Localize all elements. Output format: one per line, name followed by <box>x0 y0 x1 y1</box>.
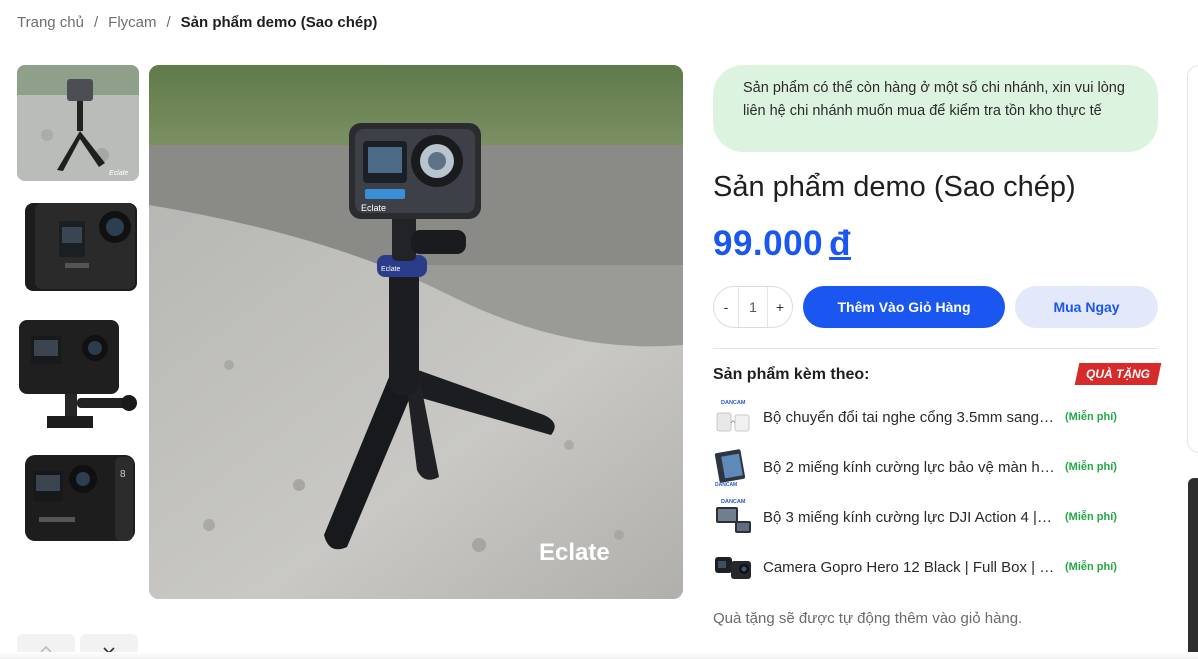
gift-badge: QUÀ TẶNG <box>1074 363 1162 385</box>
quantity-decrease-button[interactable]: - <box>714 299 738 315</box>
svg-text:Eclate: Eclate <box>109 170 129 177</box>
gifts-title: Sản phẩm kèm theo: <box>713 366 870 383</box>
adapter-image: DANCAM <box>713 397 753 437</box>
gopro-camera-image <box>713 547 753 587</box>
svg-text:Eclate: Eclate <box>381 266 401 273</box>
gift-item[interactable]: DANCAM Bộ 3 miếng kính cường lực DJI Act… <box>713 494 1158 540</box>
gift-name[interactable]: Bộ 2 miếng kính cường lực bảo vệ màn hìn… <box>763 459 1055 476</box>
thumbnail-image: 8 <box>17 449 139 565</box>
side-banner-image <box>1188 478 1198 659</box>
gift-thumbnail: DANCAM <box>713 497 753 537</box>
gift-badge-label: QUÀ TẶNG <box>1086 367 1150 381</box>
screen-protector-image: DANCAM <box>713 447 753 487</box>
price-value: 99.000 <box>713 224 824 263</box>
page-bottom-edge <box>0 652 1198 659</box>
thumbnail-tripod-camera[interactable]: Eclate <box>17 65 139 181</box>
screen-protector-image: DANCAM <box>713 497 753 537</box>
gift-free-tag: (Miễn phí) <box>1065 411 1117 423</box>
gift-free-tag: (Miễn phí) <box>1065 511 1117 523</box>
gift-item[interactable]: DANCAM Bộ chuyển đổi tai nghe cổng 3.5mm… <box>713 394 1158 440</box>
divider <box>713 348 1158 349</box>
breadcrumb-current: Sản phẩm demo (Sao chép) <box>180 13 378 31</box>
svg-text:DANCAM: DANCAM <box>715 482 737 487</box>
thumbnail-gopro-front[interactable] <box>17 193 139 309</box>
gift-free-tag: (Miễn phí) <box>1065 561 1117 573</box>
quantity-increase-button[interactable]: + <box>768 299 792 315</box>
main-image-watermark: Eclate <box>539 539 610 566</box>
gift-name[interactable]: Bộ 3 miếng kính cường lực DJI Action 4 |… <box>763 509 1055 526</box>
svg-text:Eclate: Eclate <box>361 203 386 213</box>
breadcrumb-home-link[interactable]: Trang chủ <box>17 14 84 31</box>
quantity-stepper: - + <box>713 286 793 328</box>
breadcrumb: Trang chủ / Flycam / Sản phẩm demo (Sao … <box>17 12 377 32</box>
thumbnail-image: Eclate <box>17 65 139 181</box>
thumbnail-gopro-mount[interactable] <box>17 318 139 434</box>
product-photo: Eclate Eclate Eclate <box>149 65 683 599</box>
breadcrumb-separator: / <box>93 13 99 31</box>
product-price: 99.000 đ <box>713 224 851 264</box>
gift-item[interactable]: DANCAM Bộ 2 miếng kính cường lực bảo vệ … <box>713 444 1158 490</box>
gift-thumbnail: DANCAM <box>713 397 753 437</box>
thumbnail-gopro-side[interactable]: 8 <box>17 449 139 565</box>
gift-name[interactable]: Camera Gopro Hero 12 Black | Full Box | … <box>763 559 1055 576</box>
add-to-cart-button[interactable]: Thêm Vào Giỏ Hàng <box>803 286 1005 328</box>
breadcrumb-category-link[interactable]: Flycam <box>108 14 156 31</box>
quantity-input[interactable] <box>738 287 768 327</box>
svg-text:8: 8 <box>120 469 126 480</box>
main-product-image[interactable]: Eclate Eclate Eclate <box>149 65 683 599</box>
gift-thumbnail: DANCAM <box>713 447 753 487</box>
svg-text:DANCAM: DANCAM <box>721 400 746 406</box>
svg-text:DANCAM: DANCAM <box>721 499 746 505</box>
product-title: Sản phẩm demo (Sao chép) <box>713 171 1076 203</box>
buy-now-button[interactable]: Mua Ngay <box>1015 286 1158 328</box>
gift-name[interactable]: Bộ chuyển đổi tai nghe cổng 3.5mm sang U… <box>763 409 1055 426</box>
gift-item[interactable]: Camera Gopro Hero 12 Black | Full Box | … <box>713 544 1158 590</box>
breadcrumb-separator: / <box>166 13 171 31</box>
thumbnail-image <box>17 193 139 309</box>
side-panel-card <box>1187 65 1198 453</box>
price-currency: đ <box>829 224 851 263</box>
gift-free-tag: (Miễn phí) <box>1065 461 1117 473</box>
thumbnail-image <box>17 318 139 434</box>
stock-notice: Sản phẩm có thể còn hàng ở một số chi nh… <box>713 65 1158 152</box>
gift-note: Quà tặng sẽ được tự động thêm vào giỏ hà… <box>713 610 1023 627</box>
gift-thumbnail <box>713 547 753 587</box>
